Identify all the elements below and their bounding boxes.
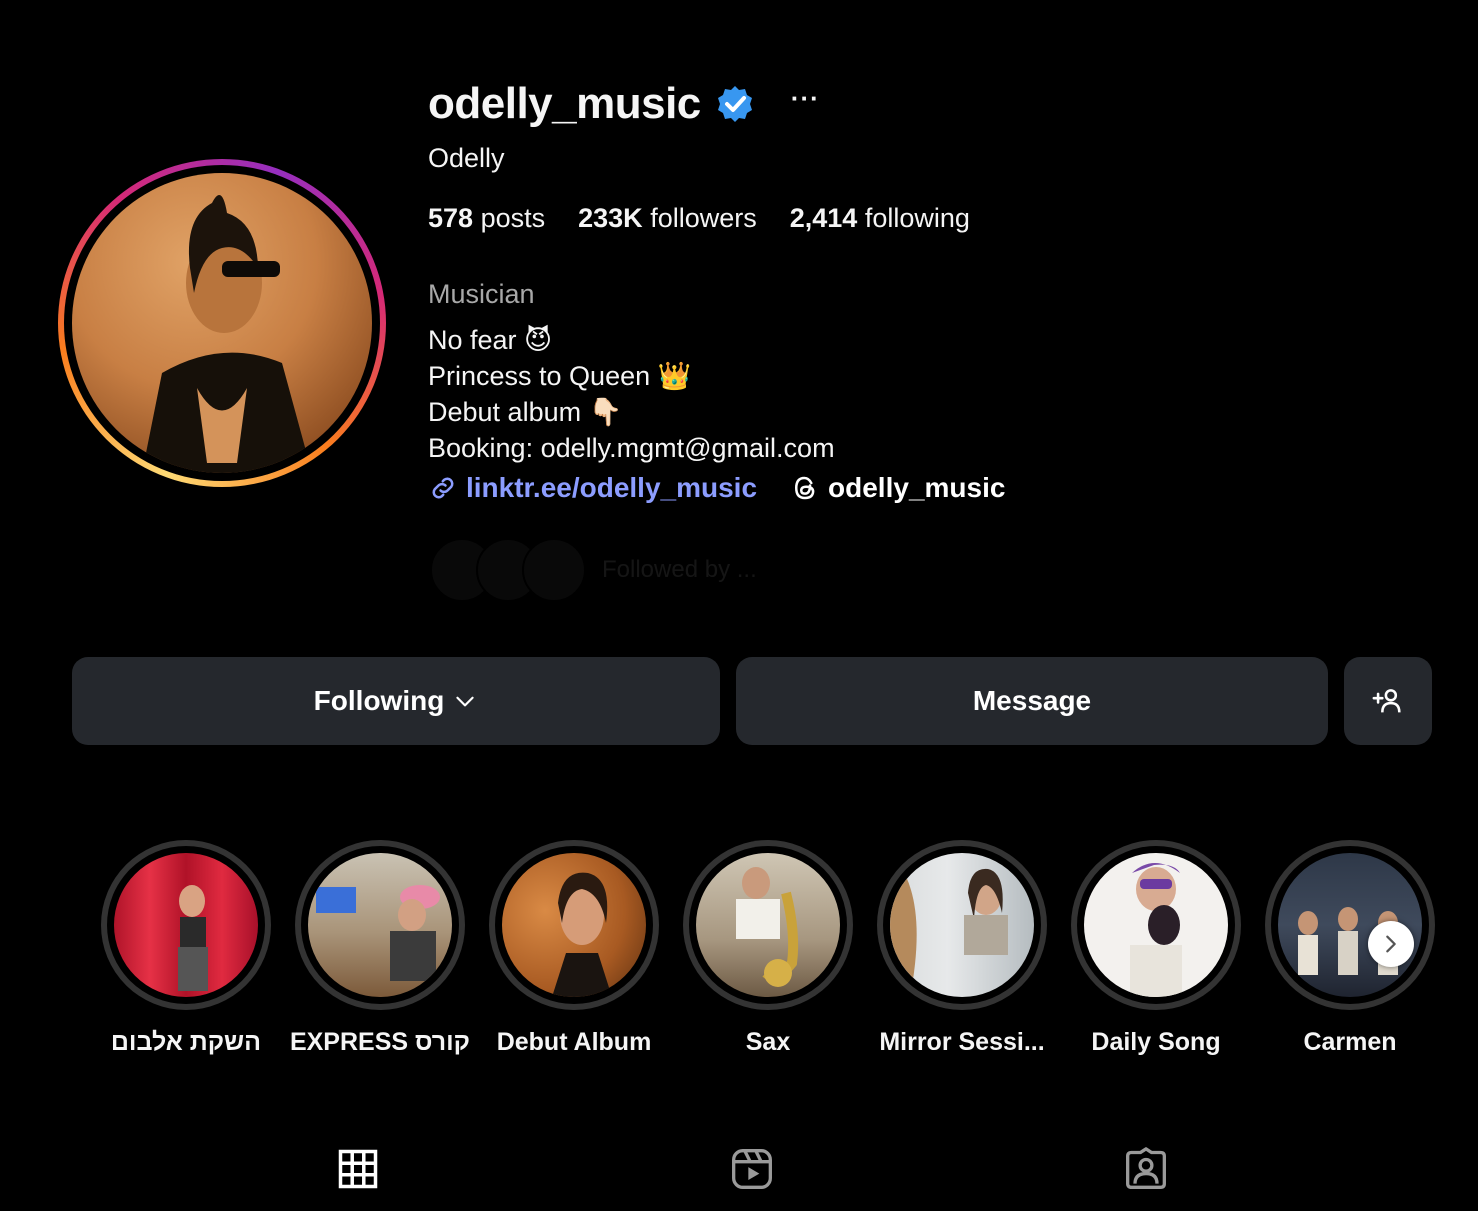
tab-reels[interactable] (729, 1146, 775, 1192)
posts-label: posts (480, 203, 546, 233)
highlight-item[interactable]: Mirror Sessi... (865, 840, 1059, 1057)
highlight-label: השקת אלבום (110, 1028, 262, 1056)
highlight-figure (552, 872, 612, 997)
chevron-down-icon (456, 696, 474, 707)
posts-count: 578 (428, 203, 474, 233)
highlight-figure (178, 885, 208, 991)
highlight-ring (1265, 840, 1435, 1010)
highlight-ring (295, 840, 465, 1010)
highlight-item[interactable]: Sax (671, 840, 865, 1057)
following-stat[interactable]: 2,414 following (790, 203, 970, 234)
external-link[interactable]: linktr.ee/odelly_music (428, 472, 757, 504)
chevron-right-icon (1386, 935, 1396, 953)
bio-line: Booking: odelly.mgmt@gmail.com (428, 433, 835, 463)
highlight-label: Daily Song (1091, 1028, 1221, 1056)
bio-line: Debut album 👇🏻 (428, 397, 623, 427)
grid-icon (338, 1149, 378, 1189)
more-options-button[interactable]: ··· (791, 83, 820, 114)
highlight-item[interactable]: Daily Song (1059, 840, 1253, 1057)
profile-bio: No fear 😈 Princess to Queen 👑 Debut albu… (428, 322, 835, 466)
highlight-label: Carmen (1303, 1028, 1397, 1056)
username: odelly_music (428, 79, 701, 128)
highlight-ring (683, 840, 853, 1010)
highlight-cover (1084, 853, 1228, 997)
full-name: Odelly (428, 143, 505, 173)
mutual-followers-text: Followed by ... (602, 556, 757, 583)
bio-line: Princess to Queen 👑 (428, 361, 692, 391)
highlight-cover (502, 853, 646, 997)
highlight-figure (890, 853, 1008, 997)
add-person-button[interactable] (1344, 657, 1432, 745)
avatar-figure (142, 195, 312, 473)
tab-tagged[interactable] (1123, 1146, 1169, 1192)
followers-stat[interactable]: 233K followers (578, 203, 757, 234)
highlight-label: Debut Album (496, 1028, 652, 1056)
profile-avatar[interactable] (58, 159, 386, 487)
reels-icon (732, 1149, 772, 1189)
highlight-label: Sax (745, 1028, 791, 1056)
threads-handle: odelly_music (828, 472, 1006, 503)
threads-link[interactable]: odelly_music (790, 472, 1005, 504)
message-button-label: Message (972, 685, 1092, 716)
highlight-ring (489, 840, 659, 1010)
highlight-item[interactable]: Debut Album (477, 840, 671, 1057)
username-row: odelly_music ··· (428, 74, 820, 134)
verified-badge-icon (717, 86, 752, 122)
highlight-cover (308, 853, 452, 997)
highlight-item[interactable]: Carmen (1253, 840, 1447, 1057)
following-button-label: Following (313, 685, 445, 716)
following-button[interactable]: Following (72, 657, 720, 745)
highlight-ring (1071, 840, 1241, 1010)
followers-label: followers (650, 203, 757, 233)
highlight-label: EXPRESS קורס (289, 1028, 471, 1056)
highlight-figure (1130, 863, 1182, 997)
profile-links: linktr.ee/odelly_music odelly_music (428, 472, 1005, 504)
posts-stat: 578 posts (428, 203, 545, 234)
highlight-figure (316, 885, 440, 981)
profile-category: Musician (428, 279, 535, 309)
highlight-cover (890, 853, 1034, 997)
highlight-item[interactable]: השקת אלבום (89, 840, 283, 1057)
mutual-avatar (522, 538, 586, 602)
tagged-icon (1126, 1147, 1166, 1189)
following-label: following (864, 203, 970, 233)
message-button[interactable]: Message (736, 657, 1328, 745)
highlight-cover (696, 853, 840, 997)
add-person-icon (1372, 689, 1401, 713)
highlights-next-button[interactable] (1368, 921, 1414, 967)
bio-line: No fear 😈 (428, 325, 553, 355)
mutual-followers[interactable]: Followed by ... (430, 538, 757, 602)
tab-posts[interactable] (335, 1146, 381, 1192)
followers-count: 233K (578, 203, 643, 233)
following-count: 2,414 (789, 203, 858, 233)
highlight-label: Mirror Sessi... (879, 1028, 1045, 1056)
external-link-text: linktr.ee/odelly_music (466, 472, 758, 503)
highlight-ring (101, 840, 271, 1010)
link-icon (432, 477, 454, 499)
highlight-figure (736, 867, 799, 987)
highlight-ring (877, 840, 1047, 1010)
highlight-cover (114, 853, 258, 997)
profile-stats: 578 posts 233K followers 2,414 following (428, 203, 970, 234)
avatar-photo (72, 173, 372, 473)
threads-icon (795, 476, 815, 500)
highlight-item[interactable]: EXPRESS קורס (283, 840, 477, 1057)
